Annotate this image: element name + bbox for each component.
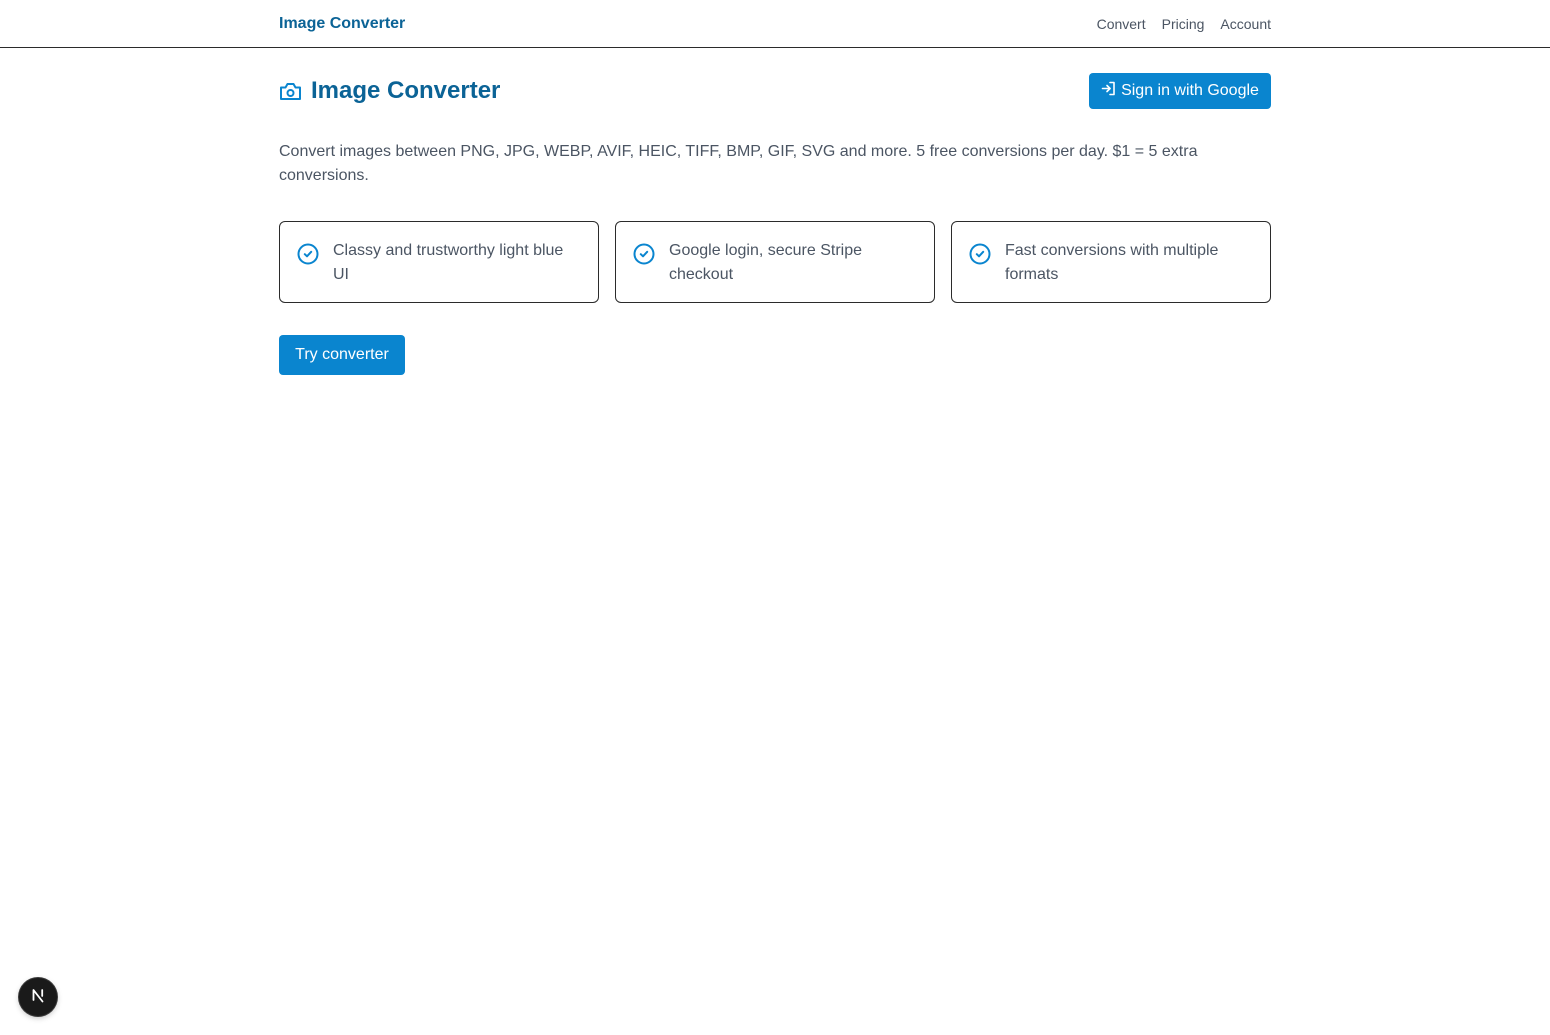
feature-list: Classy and trustworthy light blue UI Goo…: [279, 221, 1271, 303]
page-title: Image Converter: [279, 73, 500, 109]
check-circle-icon: [969, 243, 991, 270]
brand-link[interactable]: Image Converter: [279, 14, 405, 34]
feature-text: Fast conversions with multiple formats: [1005, 242, 1219, 283]
check-circle-icon: [633, 243, 655, 270]
feature-card: Google login, secure Stripe checkout: [615, 221, 935, 303]
try-converter-button[interactable]: Try converter: [279, 335, 405, 375]
nav-link-convert[interactable]: Convert: [1097, 15, 1146, 33]
sign-in-icon: [1101, 81, 1116, 101]
page-header: Image Converter Sign in with Google: [279, 73, 1271, 109]
page-title-text: Image Converter: [311, 77, 501, 104]
sign-in-with-google-button[interactable]: Sign in with Google: [1089, 73, 1271, 109]
feature-text: Google login, secure Stripe checkout: [669, 242, 862, 283]
nextjs-logo-icon: [29, 986, 47, 1009]
feature-text: Classy and trustworthy light blue UI: [333, 242, 564, 283]
main-nav: Convert Pricing Account: [1097, 15, 1271, 33]
sign-in-button-label: Sign in with Google: [1121, 82, 1259, 99]
nav-link-account[interactable]: Account: [1220, 15, 1271, 33]
nextjs-dev-badge[interactable]: [19, 978, 57, 1016]
feature-card: Fast conversions with multiple formats: [951, 221, 1271, 303]
check-circle-icon: [297, 243, 319, 270]
camera-icon: [279, 81, 302, 101]
nav-link-pricing[interactable]: Pricing: [1162, 15, 1205, 33]
page-description: Convert images between PNG, JPG, WEBP, A…: [279, 143, 1198, 184]
top-navigation-bar: Image Converter Convert Pricing Account: [0, 0, 1550, 48]
feature-card: Classy and trustworthy light blue UI: [279, 221, 599, 303]
